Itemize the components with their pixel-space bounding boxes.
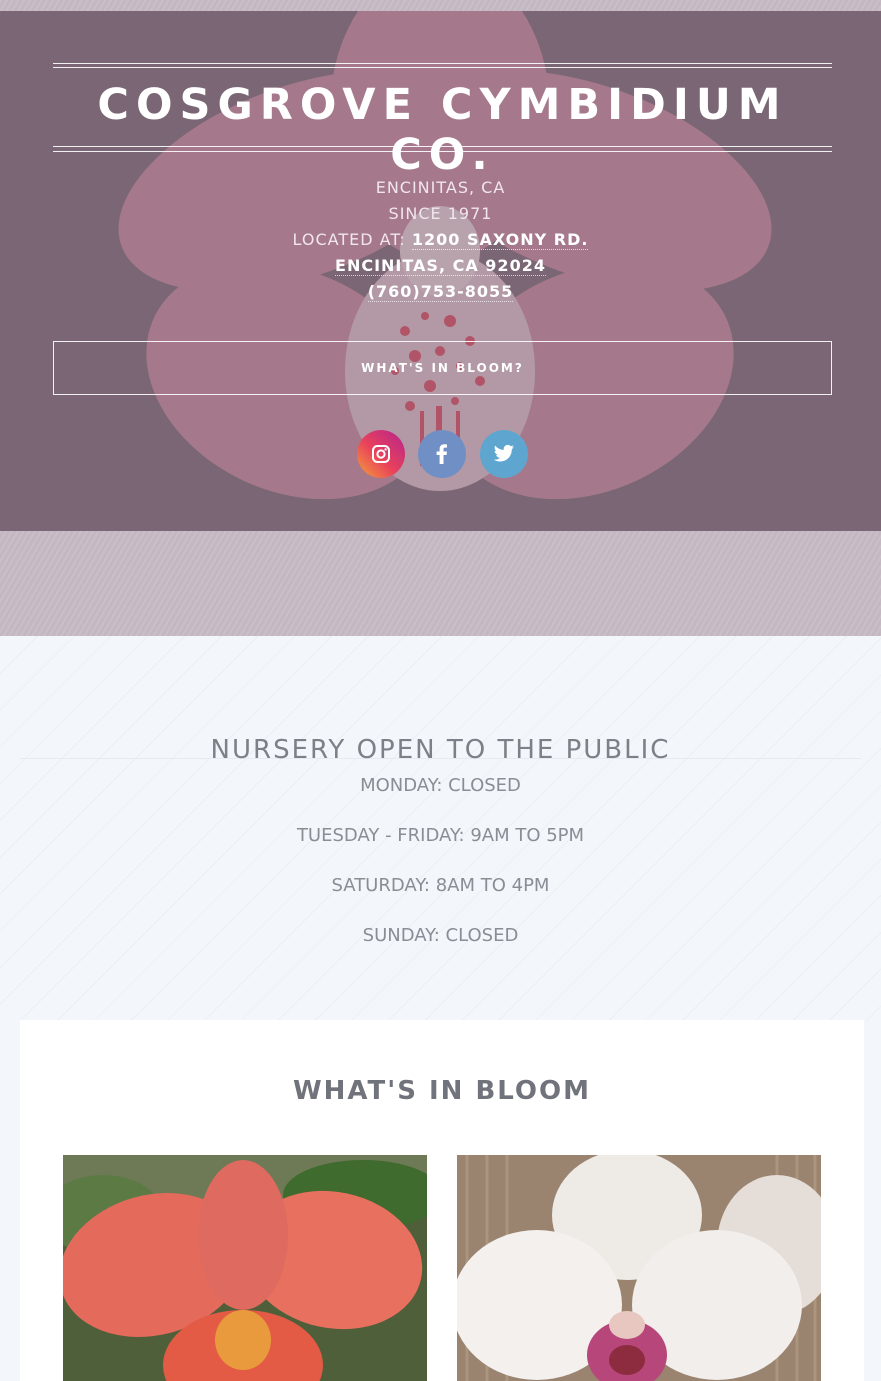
location-label: LOCATED AT: xyxy=(292,230,412,249)
twitter-link[interactable] xyxy=(480,430,528,478)
hours-row-weekdays: TUESDAY - FRIDAY: 9AM TO 5PM xyxy=(296,825,585,846)
instagram-link[interactable] xyxy=(357,430,405,478)
bloom-title: WHAT'S IN BLOOM xyxy=(292,1076,592,1106)
whats-in-bloom-button[interactable]: WHAT'S IN BLOOM? xyxy=(53,341,832,395)
phone-link[interactable]: (760)753-8055 xyxy=(367,282,514,302)
instagram-icon xyxy=(372,445,390,463)
title-rule-top xyxy=(53,63,832,64)
site-title: COSGROVE CYMBIDIUM CO. xyxy=(97,80,788,180)
phalaenopsis-image xyxy=(457,1155,821,1381)
title-rule-bottom xyxy=(53,151,832,152)
cattleya-image xyxy=(63,1155,427,1381)
city-text: ENCINITAS, CA xyxy=(375,178,506,197)
orchid-photo-phalaenopsis[interactable] xyxy=(457,1155,821,1381)
address-link[interactable]: 1200 SAXONY RD. xyxy=(411,230,589,250)
bloom-section: WHAT'S IN BLOOM xyxy=(20,1020,864,1381)
twitter-icon xyxy=(493,444,515,462)
location-line: LOCATED AT: 1200 SAXONY RD. xyxy=(0,230,881,250)
hours-section: NURSERY OPEN TO THE PUBLIC MONDAY: CLOSE… xyxy=(0,636,881,1021)
facebook-link[interactable] xyxy=(418,430,466,478)
hours-row-monday: MONDAY: CLOSED xyxy=(360,775,521,796)
hours-row-saturday: SATURDAY: 8AM TO 4PM xyxy=(331,875,550,896)
site-title-block: COSGROVE CYMBIDIUM CO. xyxy=(53,63,832,180)
hours-row-sunday: SUNDAY: CLOSED xyxy=(362,925,519,946)
title-rule-top-inner xyxy=(53,67,832,68)
hero-banner: COSGROVE CYMBIDIUM CO. ENCINITAS, CA SIN… xyxy=(0,11,881,531)
facebook-icon xyxy=(436,444,447,464)
orchid-photo-cattleya[interactable] xyxy=(63,1155,427,1381)
title-rule-bottom-inner xyxy=(53,146,832,147)
since-text: SINCE 1971 xyxy=(388,204,493,223)
address-city-link[interactable]: ENCINITAS, CA 92024 xyxy=(335,256,546,276)
hours-title: NURSERY OPEN TO THE PUBLIC xyxy=(210,735,671,765)
address-line2: ENCINITAS, CA 92024 xyxy=(0,256,881,276)
phone-line: (760)753-8055 xyxy=(0,282,881,302)
